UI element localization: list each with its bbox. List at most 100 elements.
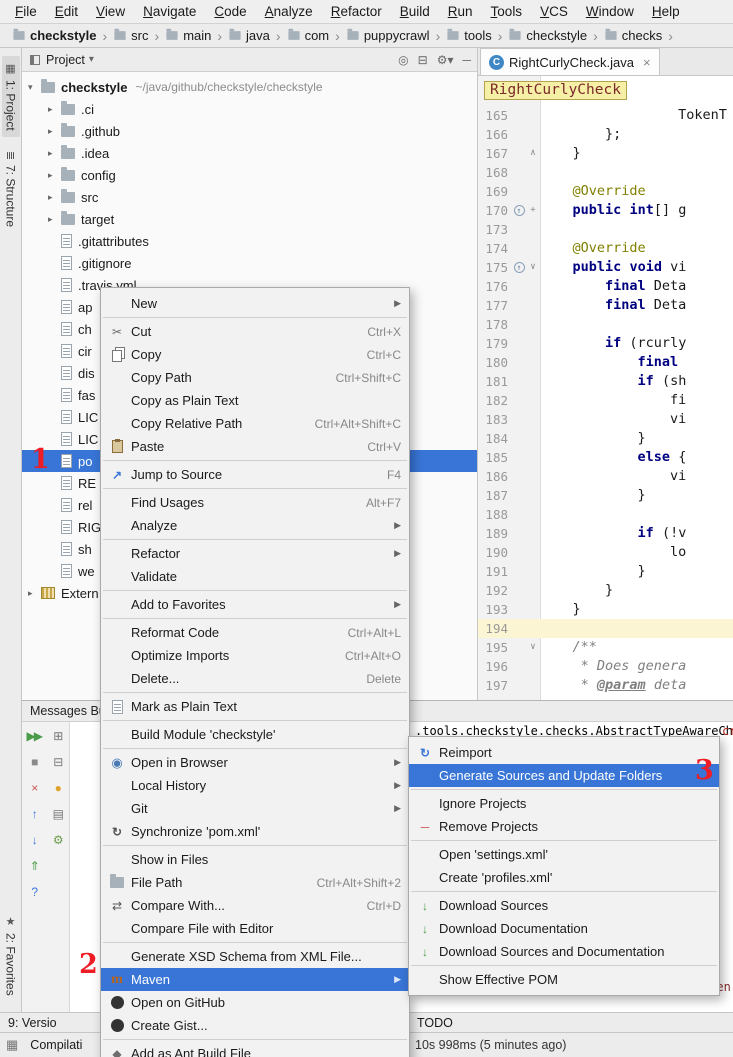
code-line-179[interactable]: 179 if (rcurly [478,334,733,353]
tree-item-src[interactable]: ▸src [22,186,477,208]
toolwindow-tab-structure[interactable]: ≣ 7: Structure [2,145,20,233]
list-icon[interactable]: ▤ [48,806,66,822]
tree-item-config[interactable]: ▸config [22,164,477,186]
context-menu-item-refactor[interactable]: Refactor▶ [101,542,409,565]
code-line-188[interactable]: 188 [478,505,733,524]
up-icon[interactable]: ↑ [25,806,43,822]
context-menu-item-validate[interactable]: Validate [101,565,409,588]
code-line-186[interactable]: 186 vi [478,467,733,486]
down-icon[interactable]: ↓ [25,832,43,848]
fold-marker-icon[interactable]: + [526,201,540,220]
toolwindow-button-todo[interactable]: TODO [409,1016,461,1030]
context-menu-item-cut[interactable]: ✂CutCtrl+X [101,320,409,343]
toolwindow-tab-favorites[interactable]: ★ 2: Favorites [2,909,20,1002]
code-line-196[interactable]: 196 * Does genera [478,657,733,676]
code-line-197[interactable]: 197 * @param deta [478,676,733,695]
settings-icon[interactable]: ⚙ [48,832,66,848]
context-menu-item-compare-file-with-editor[interactable]: Compare File with Editor [101,917,409,940]
code-line-189[interactable]: 189 if (!v [478,524,733,543]
menu-navigate[interactable]: Navigate [134,2,205,21]
code-line-193[interactable]: 193 } [478,600,733,619]
close-icon[interactable]: × [643,55,651,70]
breadcrumb-checkstyle[interactable]: checkstyle [506,27,589,44]
context-menu-item-jump-to-source[interactable]: ↗Jump to SourceF4 [101,463,409,486]
code-line-175[interactable]: 175↑∨ public void vi [478,258,733,277]
settings-gear-icon[interactable]: ⚙▾ [437,53,454,67]
breadcrumb-main[interactable]: main [163,27,213,44]
context-menu-item-optimize-imports[interactable]: Optimize ImportsCtrl+Alt+O [101,644,409,667]
breadcrumb-com[interactable]: com [285,27,332,44]
context-menu-item-synchronize-pom-xml[interactable]: ↻Synchronize 'pom.xml' [101,820,409,843]
context-menu-item-local-history[interactable]: Local History▶ [101,774,409,797]
tree-expand-icon[interactable]: ▾ [28,82,41,93]
context-menu-item-add-as-ant-build-file[interactable]: ◆Add as Ant Build File [101,1042,409,1057]
tree-item-ci[interactable]: ▸.ci [22,98,477,120]
editor-tab[interactable]: C RightCurlyCheck.java × [480,48,660,75]
context-menu-item-new[interactable]: New▶ [101,292,409,315]
code-line-192[interactable]: 192 } [478,581,733,600]
breadcrumb-tools[interactable]: tools [444,27,493,44]
tree-expand-icon[interactable]: ▸ [28,588,41,599]
context-menu-item-find-usages[interactable]: Find UsagesAlt+F7 [101,491,409,514]
fold-marker-icon[interactable]: ∨ [526,638,540,657]
menu-view[interactable]: View [87,2,134,21]
overriding-method-icon[interactable]: ↑ [512,201,526,220]
code-line-182[interactable]: 182 fi [478,391,733,410]
breadcrumb-checks[interactable]: checks [602,27,664,44]
breadcrumb-java[interactable]: java [226,27,272,44]
context-menu-item-generate-xsd-schema-from-xml-file[interactable]: Generate XSD Schema from XML File... [101,945,409,968]
context-menu-item-copy[interactable]: CopyCtrl+C [101,343,409,366]
code-line-176[interactable]: 176 final Deta [478,277,733,296]
export-icon[interactable]: ⇑ [25,858,43,874]
maven-submenu-item-ignore-projects[interactable]: Ignore Projects [409,792,719,815]
code-line-191[interactable]: 191 } [478,562,733,581]
menu-help[interactable]: Help [643,2,689,21]
hide-panel-icon[interactable]: ─ [462,53,471,67]
code-line-169[interactable]: 169 @Override [478,182,733,201]
code-line-178[interactable]: 178 [478,315,733,334]
code-line-166[interactable]: 166 }; [478,125,733,144]
menu-code[interactable]: Code [205,2,255,21]
notifications-icon[interactable]: ● [48,780,66,796]
tree-expand-icon[interactable]: ▸ [48,214,61,225]
menu-file[interactable]: File [6,2,46,21]
context-menu-item-copy-as-plain-text[interactable]: Copy as Plain Text [101,389,409,412]
menu-run[interactable]: Run [439,2,482,21]
context-menu-item-copy-relative-path[interactable]: Copy Relative PathCtrl+Alt+Shift+C [101,412,409,435]
code-line-195[interactable]: 195∨ /** [478,638,733,657]
maven-submenu-item-open-settings-xml[interactable]: Open 'settings.xml' [409,843,719,866]
maven-submenu-item-generate-sources-and-update-folders[interactable]: ↺Generate Sources and Update Folders [409,764,719,787]
chevron-down-icon[interactable]: ▾ [89,54,94,65]
tree-expand-icon[interactable]: ▸ [48,104,61,115]
breadcrumb-puppycrawl[interactable]: puppycrawl [344,27,432,44]
context-menu-item-file-path[interactable]: File PathCtrl+Alt+Shift+2 [101,871,409,894]
tree-item-gitignore[interactable]: .gitignore [22,252,477,274]
code-line-187[interactable]: 187 } [478,486,733,505]
context-menu-item-copy-path[interactable]: Copy PathCtrl+Shift+C [101,366,409,389]
context-menu-item-paste[interactable]: PasteCtrl+V [101,435,409,458]
tree-item-github[interactable]: ▸.github [22,120,477,142]
stop-icon[interactable]: ■ [25,754,43,770]
context-menu-item-show-in-files[interactable]: Show in Files [101,848,409,871]
toolwindow-tab-project[interactable]: ▦ 1: Project [2,56,20,137]
context-menu-item-create-gist[interactable]: Create Gist... [101,1014,409,1037]
tree-expand-icon[interactable]: ▸ [48,192,61,203]
menu-tools[interactable]: Tools [482,2,532,21]
close-icon[interactable]: × [25,780,43,796]
context-menu-item-git[interactable]: Git▶ [101,797,409,820]
code-line-194[interactable]: 194 [478,619,733,638]
maven-submenu-item-show-effective-pom[interactable]: Show Effective POM [409,968,719,991]
maven-submenu-item-reimport[interactable]: ↻Reimport [409,741,719,764]
collapse-all-icon[interactable]: ⊟ [418,53,428,67]
code-line-190[interactable]: 190 lo [478,543,733,562]
context-menu-item-open-in-browser[interactable]: ◉Open in Browser▶ [101,751,409,774]
context-menu-item-analyze[interactable]: Analyze▶ [101,514,409,537]
tree-expand-icon[interactable]: ▸ [48,148,61,159]
maven-submenu-item-download-sources-and-documentation[interactable]: ↓Download Sources and Documentation [409,940,719,963]
tree-item-target[interactable]: ▸target [22,208,477,230]
overriding-method-icon[interactable]: ↑ [512,258,526,277]
code-line-180[interactable]: 180 final [478,353,733,372]
rerun-icon[interactable]: ▶▶ [25,728,43,744]
tree-expand-icon[interactable]: ▸ [48,126,61,137]
code-line-177[interactable]: 177 final Deta [478,296,733,315]
